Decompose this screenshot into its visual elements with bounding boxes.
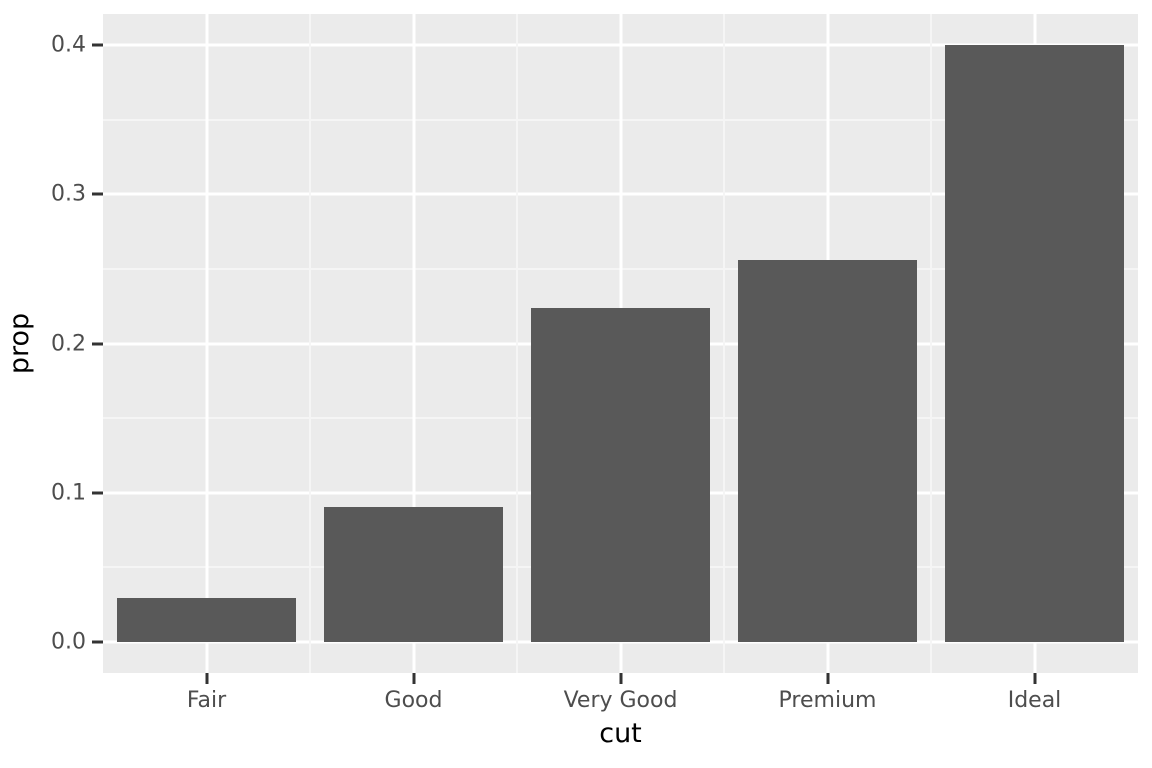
y-tick-mark bbox=[92, 43, 103, 47]
x-tick-label: Very Good bbox=[563, 688, 678, 713]
x-axis-title-text: cut bbox=[599, 718, 642, 749]
gridline-minor-x bbox=[309, 14, 311, 673]
x-tick-label: Good bbox=[384, 688, 443, 713]
x-tick-label: Fair bbox=[186, 688, 227, 713]
x-axis-title: cut bbox=[103, 718, 1138, 749]
y-tick-mark bbox=[92, 342, 103, 345]
y-tick-label: 0.4 bbox=[51, 32, 86, 58]
gridline-minor-x bbox=[930, 14, 932, 673]
gridline-minor-x bbox=[723, 14, 725, 673]
x-tick-mark bbox=[1033, 673, 1036, 684]
x-tick-mark bbox=[619, 673, 622, 684]
bar-ideal bbox=[945, 45, 1124, 642]
plot-panel bbox=[103, 14, 1138, 673]
y-axis-title: prop bbox=[0, 0, 40, 687]
x-tick-label: Premium bbox=[778, 688, 877, 713]
y-tick-label: 0.0 bbox=[51, 629, 86, 655]
y-tick-label: 0.1 bbox=[51, 480, 86, 506]
bar-premium bbox=[738, 260, 917, 642]
bar-very-good bbox=[531, 307, 710, 642]
gridline-major-x bbox=[205, 14, 208, 673]
x-tick-mark bbox=[826, 673, 829, 684]
bar-fair bbox=[117, 597, 296, 642]
x-tick-mark bbox=[205, 673, 208, 684]
y-tick-mark bbox=[92, 491, 103, 495]
x-tick-mark bbox=[412, 673, 415, 684]
y-tick-label: 0.2 bbox=[51, 331, 86, 356]
x-tick-label: Ideal bbox=[1007, 688, 1062, 713]
gridline-minor-x bbox=[516, 14, 518, 673]
y-tick-mark bbox=[92, 192, 103, 196]
y-axis-title-text: prop bbox=[4, 312, 36, 375]
ggplot-bar-chart: prop 0.0 0.1 0.2 0.3 0.4 Fair Good Very Good Pr… bbox=[0, 0, 1152, 768]
y-tick-label: 0.3 bbox=[51, 181, 86, 207]
y-tick-mark bbox=[92, 640, 103, 644]
bar-good bbox=[324, 506, 503, 642]
